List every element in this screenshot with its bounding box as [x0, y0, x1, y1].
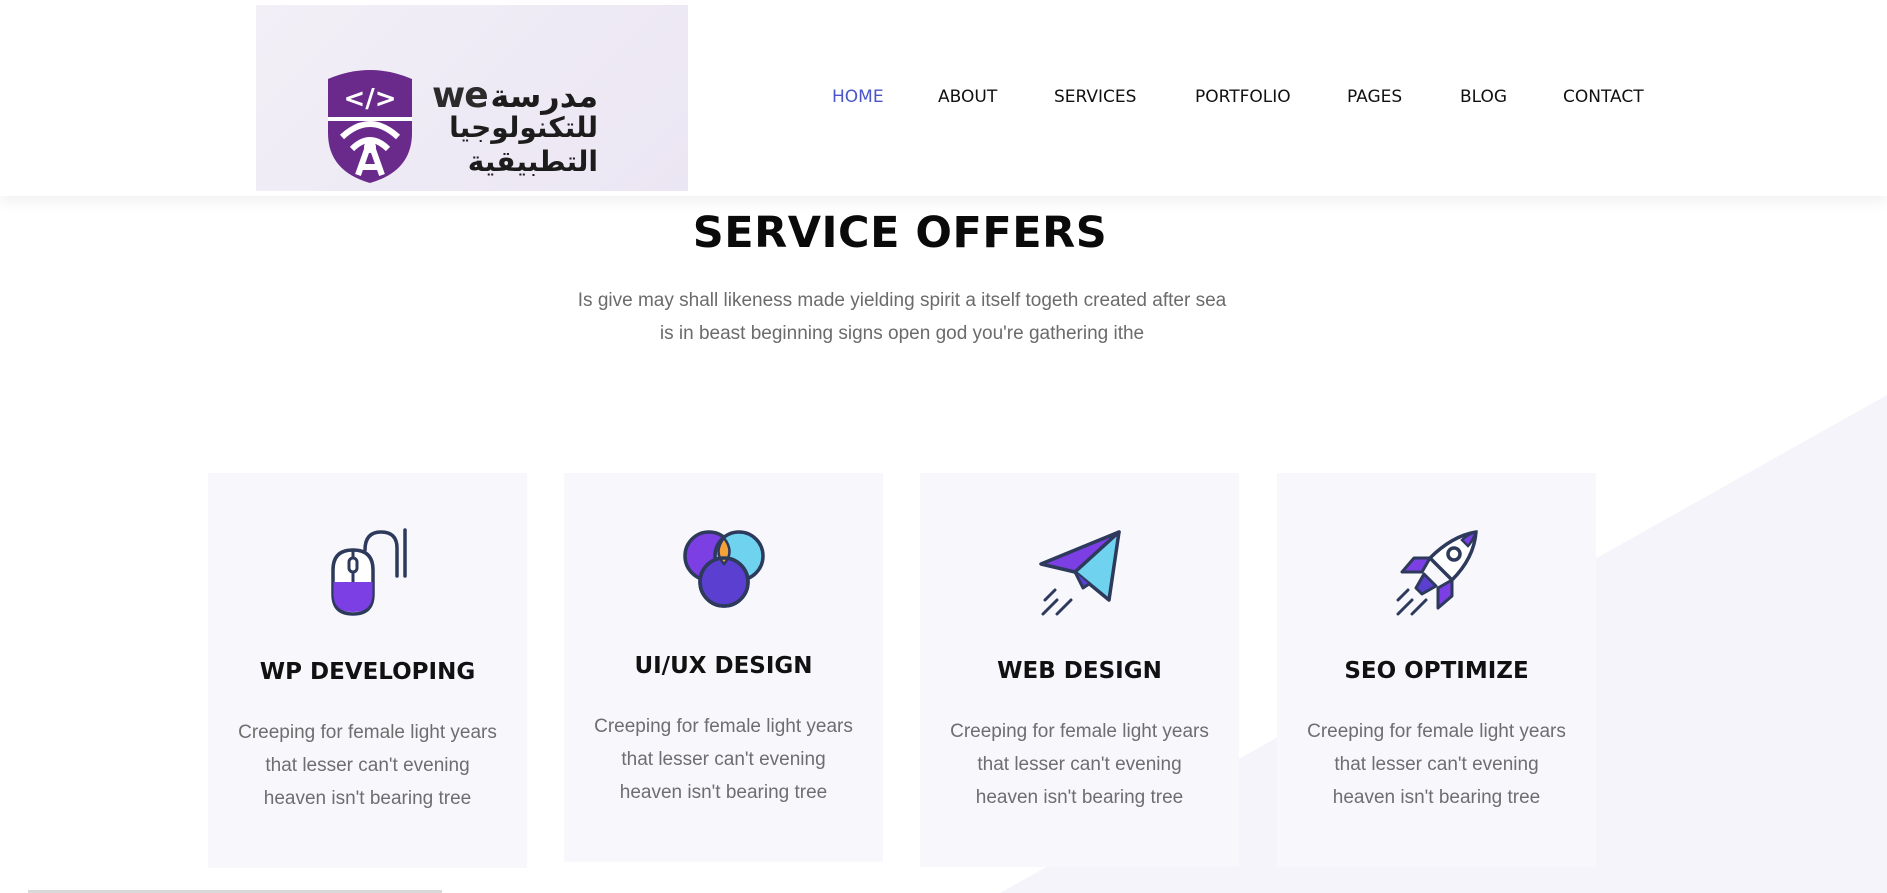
- card-description: Creeping for female light years that les…: [238, 722, 497, 809]
- site-header: </> we مدرسة للتكنولوجيا التطبيقية HOME …: [0, 0, 1887, 196]
- service-card-uiux[interactable]: UI/UX DESIGN Creeping for female light y…: [564, 473, 883, 862]
- venn-circles-icon: [682, 530, 765, 608]
- nav-home[interactable]: HOME: [832, 87, 884, 107]
- logo-arabic-line2: للتكنولوجيا: [449, 111, 598, 144]
- school-shield-icon: </>: [328, 70, 412, 183]
- service-card-web-design[interactable]: WEB DESIGN Creeping for female light yea…: [920, 473, 1239, 867]
- card-description: Creeping for female light years that les…: [950, 721, 1209, 808]
- nav-contact[interactable]: CONTACT: [1563, 87, 1644, 107]
- logo-arabic-line3: التطبيقية: [467, 145, 598, 178]
- subtitle-line-2: is in beast beginning signs open god you…: [659, 323, 1145, 344]
- nav-blog[interactable]: BLOG: [1460, 87, 1507, 107]
- nav-portfolio[interactable]: PORTFOLIO: [1195, 87, 1291, 107]
- paper-plane-icon: [1038, 530, 1121, 616]
- nav-services[interactable]: SERVICES: [1054, 87, 1136, 107]
- section-subtitle: Is give may shall likeness made yielding…: [572, 284, 1232, 350]
- card-description: Creeping for female light years that les…: [1307, 721, 1566, 808]
- subtitle-line-1: Is give may shall likeness made yielding…: [577, 290, 1227, 311]
- rocket-icon: [1396, 530, 1478, 616]
- card-title: WEB DESIGN: [997, 658, 1162, 684]
- logo[interactable]: </> we مدرسة للتكنولوجيا التطبيقية: [256, 5, 688, 191]
- service-card-wp[interactable]: WP DEVELOPING Creeping for female light …: [208, 473, 527, 868]
- card-description: Creeping for female light years that les…: [594, 716, 853, 803]
- svg-text:</>: </>: [343, 84, 396, 114]
- service-card-seo[interactable]: SEO OPTIMIZE Creeping for female light y…: [1277, 473, 1596, 867]
- nav-pages[interactable]: PAGES: [1347, 87, 1402, 107]
- nav-about[interactable]: ABOUT: [938, 87, 997, 107]
- card-title: UI/UX DESIGN: [634, 653, 813, 679]
- card-title: WP DEVELOPING: [259, 659, 476, 685]
- logo-arabic-line1: مدرسة: [490, 77, 598, 115]
- logo-latin-text: we: [432, 75, 489, 116]
- card-title: SEO OPTIMIZE: [1344, 658, 1529, 684]
- section-title: SERVICE OFFERS: [692, 208, 1108, 258]
- mouse-icon: [330, 528, 407, 616]
